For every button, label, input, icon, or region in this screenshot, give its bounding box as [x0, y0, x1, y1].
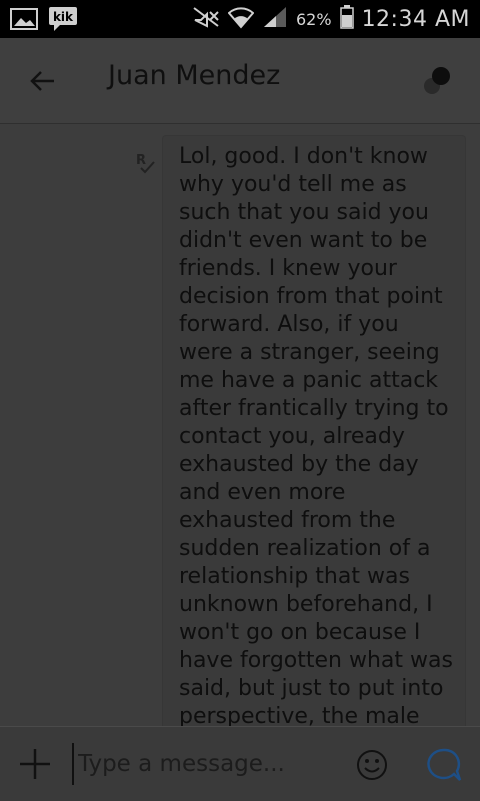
wifi-icon — [227, 5, 255, 33]
battery-percent: 62% — [296, 9, 332, 29]
clock: 12:34 AM — [361, 6, 470, 32]
read-receipt-icon: R — [134, 150, 156, 176]
image-icon — [10, 8, 38, 34]
plus-icon — [20, 749, 50, 779]
chat-bubble-icon — [427, 748, 462, 781]
smiley-icon — [357, 750, 387, 780]
options-button[interactable] — [420, 66, 456, 98]
message-text: Lol, good. I don't know why you'd tell m… — [179, 144, 453, 726]
options-dots-icon — [424, 67, 450, 94]
status-bar-right: 62% 12:34 AM — [192, 4, 470, 34]
arrow-left-icon — [30, 71, 54, 91]
emoji-button[interactable] — [356, 749, 388, 781]
message-list[interactable]: R Lol, good. I don't know why you'd tell… — [0, 124, 480, 726]
mute-icon — [192, 6, 220, 32]
battery-icon — [339, 5, 354, 33]
add-attachment-button[interactable] — [18, 747, 52, 781]
kik-logo-text: kik — [53, 10, 74, 24]
status-bar: kik 62% 12:34 AM — [0, 0, 480, 38]
signal-icon — [262, 5, 288, 33]
svg-text:R: R — [136, 153, 146, 168]
compose-bar — [0, 726, 480, 801]
status-bar-left: kik — [10, 6, 78, 36]
kik-icon: kik — [48, 6, 78, 36]
contact-name[interactable]: Juan Mendez — [108, 60, 280, 91]
chat-header: Juan Mendez — [0, 38, 480, 124]
send-button[interactable] — [426, 747, 462, 783]
message-input[interactable] — [72, 743, 340, 785]
back-button[interactable] — [26, 64, 60, 98]
